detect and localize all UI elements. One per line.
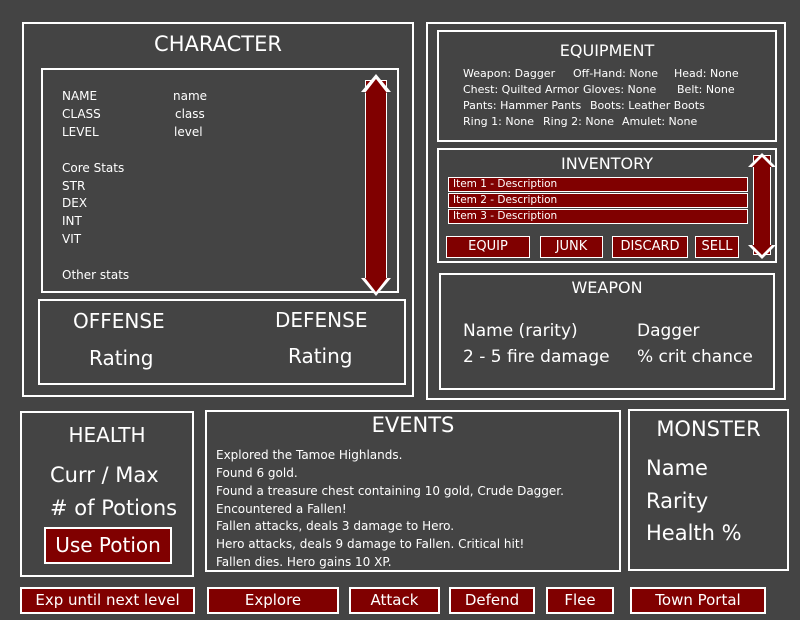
- monster-rarity: Rarity: [646, 489, 709, 513]
- event-line: Explored the Tamoe Highlands.: [216, 448, 403, 462]
- inventory-box: INVENTORY Item 1 - Description Item 2 - …: [437, 148, 777, 263]
- class-value: class: [175, 107, 205, 121]
- equipment-title: EQUIPMENT: [559, 41, 655, 60]
- character-stats-box: NAME name CLASS class LEVEL level Core S…: [41, 68, 399, 296]
- health-curr-max: Curr / Max: [50, 463, 159, 487]
- str-label: STR: [62, 179, 86, 193]
- junk-button[interactable]: JUNK: [540, 236, 603, 258]
- sell-button[interactable]: SELL: [695, 236, 739, 258]
- health-title: HEALTH: [68, 423, 146, 447]
- offense-rating: Rating: [89, 346, 154, 370]
- level-label: LEVEL: [62, 125, 99, 139]
- core-stats-label: Core Stats: [62, 161, 125, 175]
- event-line: Found a treasure chest containing 10 gol…: [216, 484, 564, 498]
- weapon-title: WEAPON: [571, 278, 643, 297]
- inventory-item[interactable]: Item 2 - Description: [448, 193, 748, 208]
- equipment-head: Head: None: [674, 67, 739, 80]
- defend-button[interactable]: Defend: [449, 587, 535, 614]
- name-label: NAME: [62, 89, 98, 103]
- monster-health: Health %: [646, 521, 742, 545]
- equip-button[interactable]: EQUIP: [446, 236, 530, 258]
- level-value: level: [174, 125, 203, 139]
- monster-name: Name: [646, 456, 708, 480]
- flee-button[interactable]: Flee: [546, 587, 614, 614]
- explore-button[interactable]: Explore: [207, 587, 339, 614]
- weapon-name-rarity: Name (rarity): [463, 321, 578, 341]
- equipment-belt: Belt: None: [677, 83, 735, 96]
- equipment-weapon: Weapon: Dagger: [463, 67, 556, 80]
- other-stats-label: Other stats: [62, 268, 130, 282]
- equipment-boots: Boots: Leather Boots: [590, 99, 705, 112]
- defense-rating: Rating: [288, 344, 353, 368]
- character-scrollbar[interactable]: [365, 80, 387, 282]
- equipment-gloves: Gloves: None: [583, 83, 657, 96]
- potion-count: # of Potions: [50, 496, 178, 520]
- discard-button[interactable]: DISCARD: [612, 236, 688, 258]
- equipment-chest: Chest: Quilted Armor: [463, 83, 579, 96]
- weapon-damage: 2 - 5 fire damage: [463, 347, 610, 367]
- event-line: Encountered a Fallen!: [216, 502, 347, 516]
- inventory-title: INVENTORY: [561, 154, 653, 173]
- weapon-name: Dagger: [637, 321, 700, 341]
- int-label: INT: [62, 214, 82, 228]
- scroll-down-arrow-fill: [752, 245, 772, 255]
- health-box: HEALTH Curr / Max # of Potions Use Potio…: [20, 411, 194, 577]
- equipment-amulet: Amulet: None: [622, 115, 698, 128]
- vit-label: VIT: [62, 232, 82, 246]
- town-portal-button[interactable]: Town Portal: [630, 587, 766, 614]
- dex-label: DEX: [62, 196, 88, 210]
- right-panel: EQUIPMENT Weapon: Dagger Off-Hand: None …: [426, 22, 786, 400]
- scroll-up-arrow-fill: [365, 79, 387, 93]
- scroll-up-arrow-fill: [752, 157, 772, 167]
- events-box: EVENTS Explored the Tamoe Highlands. Fou…: [205, 410, 621, 572]
- event-line: Hero attacks, deals 9 damage to Fallen. …: [216, 537, 525, 551]
- monster-box: MONSTER Name Rarity Health %: [628, 409, 789, 571]
- character-title: CHARACTER: [154, 32, 282, 56]
- inventory-scrollbar[interactable]: [753, 155, 771, 255]
- equipment-ring2: Ring 2: None: [543, 115, 615, 128]
- monster-title: MONSTER: [656, 417, 761, 441]
- inventory-item[interactable]: Item 3 - Description: [448, 209, 748, 224]
- scroll-down-arrow-fill: [365, 278, 387, 292]
- character-panel: CHARACTER NAME name CLASS class LEVEL le…: [22, 22, 414, 397]
- defense-label: DEFENSE: [275, 308, 368, 332]
- event-line: Fallen attacks, deals 3 damage to Hero.: [216, 519, 455, 533]
- class-label: CLASS: [62, 107, 101, 121]
- event-line: Fallen dies. Hero gains 10 XP.: [216, 555, 392, 569]
- equipment-pants: Pants: Hammer Pants: [463, 99, 582, 112]
- weapon-crit-chance: % crit chance: [637, 347, 753, 367]
- event-line: Found 6 gold.: [216, 466, 298, 480]
- offense-defense-box: OFFENSE Rating DEFENSE Rating: [38, 299, 406, 385]
- use-potion-button[interactable]: Use Potion: [44, 527, 172, 564]
- attack-button[interactable]: Attack: [349, 587, 440, 614]
- equipment-ring1: Ring 1: None: [463, 115, 535, 128]
- events-title: EVENTS: [371, 413, 455, 437]
- equipment-box: EQUIPMENT Weapon: Dagger Off-Hand: None …: [437, 30, 777, 142]
- offense-label: OFFENSE: [73, 309, 165, 333]
- equipment-offhand: Off-Hand: None: [573, 67, 659, 80]
- inventory-item[interactable]: Item 1 - Description: [448, 177, 748, 192]
- exp-until-next-level-bar: Exp until next level: [20, 587, 195, 614]
- name-value: name: [173, 89, 208, 103]
- weapon-box: WEAPON Name (rarity) Dagger 2 - 5 fire d…: [439, 273, 775, 390]
